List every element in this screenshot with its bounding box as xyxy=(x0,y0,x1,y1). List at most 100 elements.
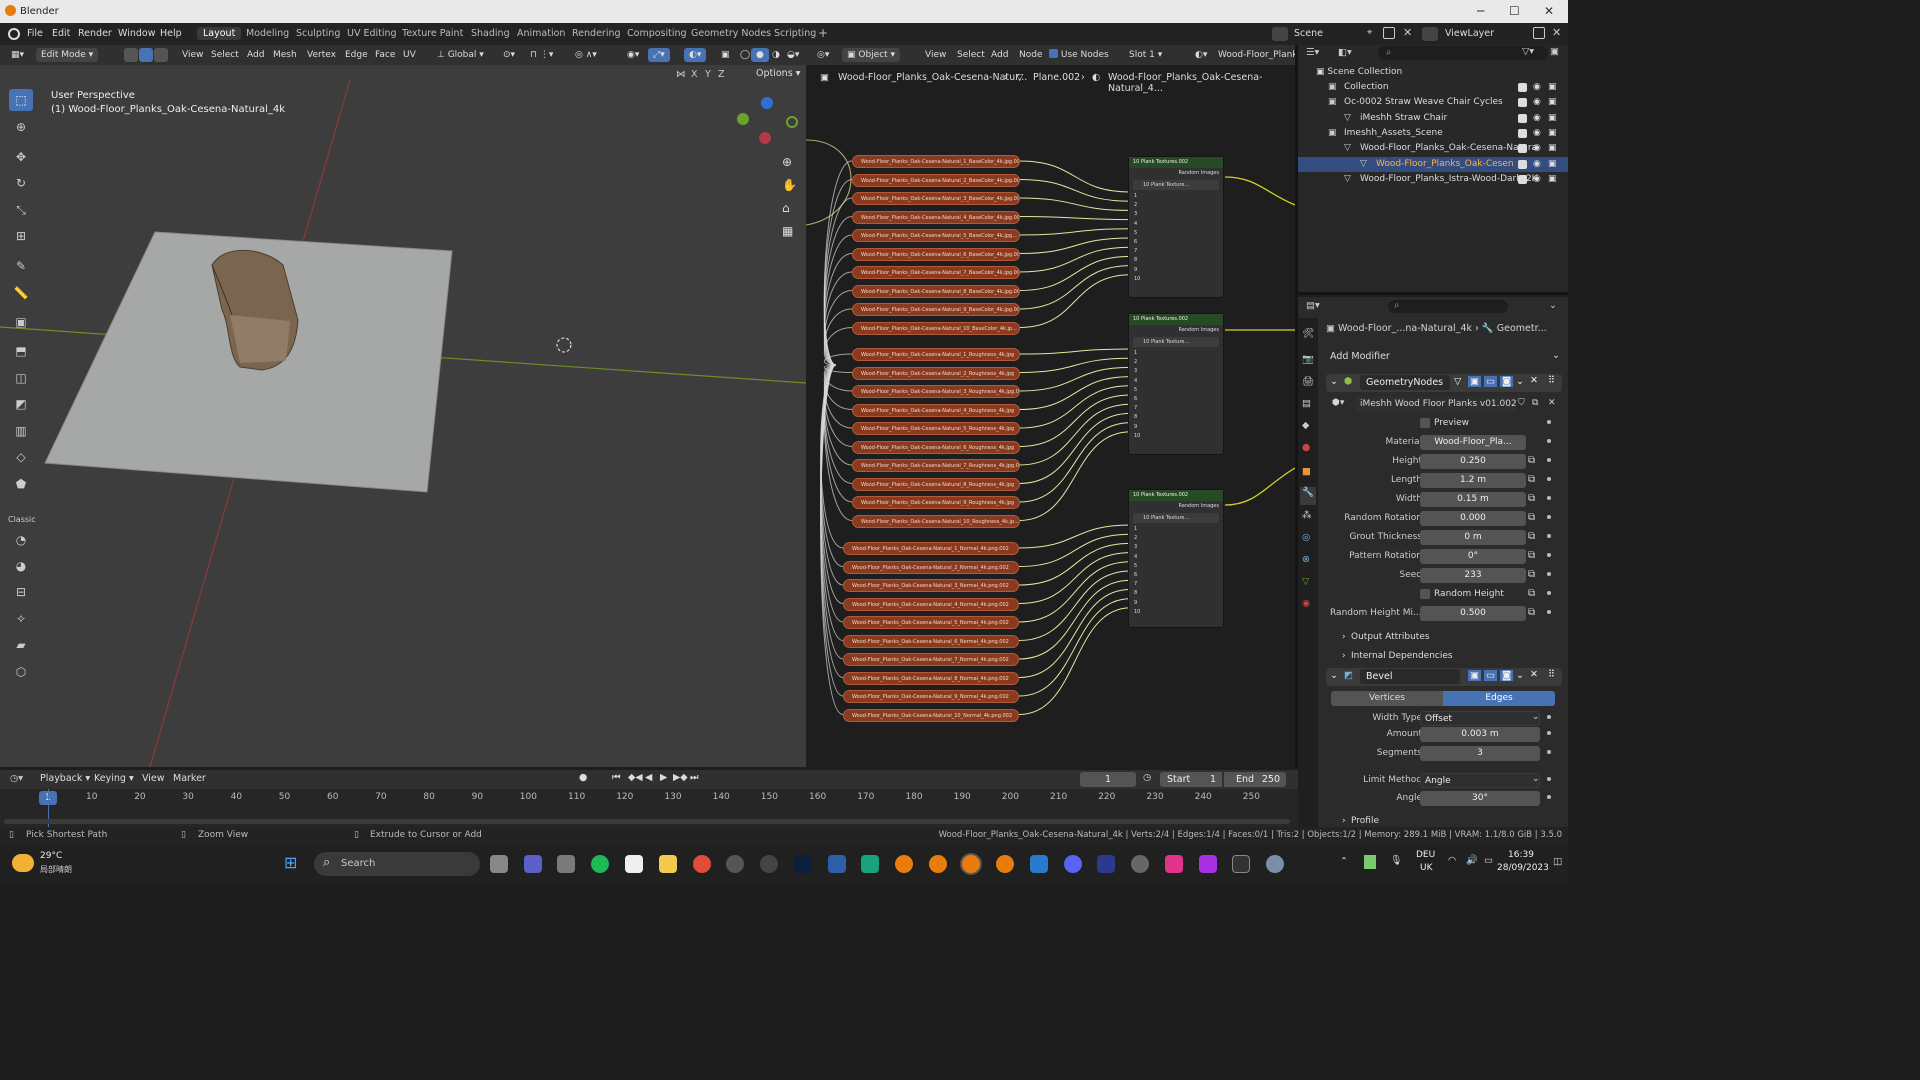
timeline-ruler[interactable]: 1 10203040506070809010011012013014015016… xyxy=(0,789,1298,807)
normal-texture-node[interactable]: Wood-Floor_Planks_Oak-Cesena-Natural_8_N… xyxy=(843,671,1019,685)
basecolor-texture-node[interactable]: Wood-Floor_Planks_Oak-Cesena-Natural_2_B… xyxy=(852,173,1020,187)
shrink-fatten-tool-icon[interactable]: ✧ xyxy=(9,608,33,630)
camera-icon[interactable]: ▣ xyxy=(1548,172,1557,187)
annotate-tool-icon[interactable]: ✎ xyxy=(9,255,33,277)
bevel-input-row[interactable]: Amount 0.003 m xyxy=(1326,727,1562,743)
camera-icon[interactable]: ▣ xyxy=(1548,157,1557,172)
tab-geometry-nodes[interactable]: Geometry Nodes xyxy=(685,27,777,40)
close-icon[interactable]: ✕ xyxy=(1544,4,1554,18)
menu-mesh[interactable]: Mesh xyxy=(268,48,302,62)
menu-keying[interactable]: Keying ▾ xyxy=(94,773,134,784)
input-field[interactable]: Wood-Floor_Pla... xyxy=(1420,435,1526,450)
app-icon[interactable] xyxy=(1199,855,1217,873)
modifier-input-row[interactable]: Height 0.250 ⧉ xyxy=(1326,454,1562,470)
edit-mode-toggle-icon[interactable]: ▽ xyxy=(1454,376,1461,387)
roughness-texture-node[interactable]: Wood-Floor_Planks_Oak-Cesena-Natural_3_R… xyxy=(852,385,1020,398)
terminal-icon[interactable] xyxy=(1232,855,1250,873)
outliner-root[interactable]: ▣ Scene Collection xyxy=(1298,65,1568,80)
proportional-edit-icon[interactable]: ◎ ∧▾ xyxy=(570,48,602,62)
keyframe-dot[interactable] xyxy=(1547,715,1551,719)
app-icon[interactable] xyxy=(1097,855,1115,873)
outliner-editor-type-icon[interactable]: ☰▾ xyxy=(1306,47,1319,58)
cursor-tool-icon[interactable]: ⊕ xyxy=(9,116,33,138)
bevel-input-row[interactable]: Limit Method Angle ⌄ xyxy=(1326,773,1562,789)
plank-textures-group-node[interactable]: 10 Plank Textures.002 Random Images 10 P… xyxy=(1128,156,1224,298)
add-cube-tool-icon[interactable]: ▣ xyxy=(9,311,33,333)
photoshop-beta-icon[interactable] xyxy=(828,855,846,873)
blender-taskbar-icon[interactable] xyxy=(895,855,913,873)
render-toggle-icon[interactable]: ◙ xyxy=(1500,376,1514,387)
blender-menu-icon[interactable] xyxy=(8,28,20,40)
roughness-texture-node[interactable]: Wood-Floor_Planks_Oak-Cesena-Natural_4_R… xyxy=(852,403,1020,417)
output-attributes-subpanel[interactable]: › Output Attributes xyxy=(1326,630,1562,646)
menu-playback[interactable]: Playback ▾ xyxy=(40,773,90,784)
menu-help[interactable]: Help xyxy=(160,28,182,39)
close-icon[interactable]: ✕ xyxy=(1530,669,1538,680)
tab-sculpting[interactable]: Sculpting xyxy=(290,27,346,40)
checkbox-icon[interactable] xyxy=(1518,174,1527,184)
bevel-modifier-header[interactable]: ⌄ ◩ Bevel ▣ ▭ ◙ ⌄ ✕ ⠿ xyxy=(1326,668,1562,686)
face-select-icon[interactable] xyxy=(154,48,168,62)
new-view-layer-icon[interactable] xyxy=(1533,27,1545,39)
bevel-input-row[interactable]: Segments 3 xyxy=(1326,746,1562,762)
basecolor-texture-node[interactable]: Wood-Floor_Planks_Oak-Cesena-Natural_9_B… xyxy=(852,303,1020,316)
normal-texture-node[interactable]: Wood-Floor_Planks_Oak-Cesena-Natural_6_N… xyxy=(843,634,1019,648)
input-type-icon[interactable]: ⧉ xyxy=(1528,569,1535,580)
view-layer-name[interactable]: ViewLayer xyxy=(1445,28,1494,39)
object-mode-select[interactable]: ▣ Object ▾ xyxy=(842,48,901,62)
blender-taskbar-icon[interactable] xyxy=(996,855,1014,873)
jump-end-icon[interactable]: ⏭ xyxy=(690,772,699,783)
eye-icon[interactable]: ◉ xyxy=(1533,111,1541,126)
modifier-input-row[interactable]: Random Rotation 0.000 ⧉ xyxy=(1326,511,1562,527)
input-field[interactable]: 0.250 xyxy=(1420,454,1526,469)
outliner-item[interactable]: ▣ Imeshh_Assets_Scene ◉ ▣ xyxy=(1298,126,1568,141)
keyframe-dot[interactable] xyxy=(1547,496,1551,500)
internal-dependencies-subpanel[interactable]: › Internal Dependencies xyxy=(1326,649,1562,665)
chevron-down-icon[interactable]: ⌄ xyxy=(1516,376,1524,387)
mode-select[interactable]: Edit Mode ▾ xyxy=(36,48,99,62)
normal-texture-node[interactable]: Wood-Floor_Planks_Oak-Cesena-Natural_3_N… xyxy=(843,579,1019,592)
menu-edit[interactable]: Edit xyxy=(52,28,70,39)
menu-select[interactable]: Select xyxy=(206,48,244,62)
language-label[interactable]: DEU xyxy=(1416,850,1435,860)
photoshop-icon[interactable] xyxy=(794,855,812,873)
delete-view-layer-icon[interactable]: ✕ xyxy=(1552,26,1561,39)
editor-type-icon[interactable]: ▦▾ xyxy=(6,48,29,62)
unlink-icon[interactable]: ✕ xyxy=(1548,398,1556,408)
timeline-track-area[interactable] xyxy=(0,789,1298,827)
view-layer-selector-icon[interactable] xyxy=(1422,27,1438,41)
drag-handle-icon[interactable]: ⠿ xyxy=(1548,669,1555,680)
menu-add[interactable]: Add xyxy=(242,48,269,62)
clock-time[interactable]: 16:39 xyxy=(1508,850,1534,860)
play-icon[interactable]: ▶ xyxy=(660,772,667,783)
tab-edges[interactable]: Edges xyxy=(1443,691,1555,706)
keyframe-dot[interactable] xyxy=(1547,610,1551,614)
spreadsheet-icon[interactable] xyxy=(861,855,879,873)
gizmo-z-axis[interactable] xyxy=(761,97,773,109)
pan-hand-icon[interactable]: ✋ xyxy=(782,178,797,192)
node-group-field[interactable]: iMeshh Wood Floor Planks v01.002 xyxy=(1356,397,1516,412)
outliner-item[interactable]: ▽ iMeshh Straw Chair ◉ ▣ xyxy=(1298,111,1568,126)
notepad-icon[interactable] xyxy=(557,855,575,873)
scale-tool-icon[interactable]: ⤡ xyxy=(9,199,33,221)
gizmo-x-axis[interactable] xyxy=(759,132,771,144)
grid-view-icon[interactable]: ▦ xyxy=(782,224,793,238)
properties-search-input[interactable]: ⌕ xyxy=(1388,300,1508,313)
keyframe-dot[interactable] xyxy=(1547,777,1551,781)
use-nodes-checkbox[interactable]: Use Nodes xyxy=(1044,48,1114,62)
input-field[interactable]: 0.000 xyxy=(1420,511,1526,526)
overlays-icon[interactable]: ◐▾ xyxy=(684,48,707,62)
measure-tool-icon[interactable]: 📏 xyxy=(9,282,33,304)
basecolor-texture-node[interactable]: Wood-Floor_Planks_Oak-Cesena-Natural_3_B… xyxy=(852,192,1020,205)
gizmo-neg-y-axis[interactable] xyxy=(786,116,798,128)
new-scene-icon[interactable] xyxy=(1383,27,1395,39)
keyframe-dot[interactable] xyxy=(1547,534,1551,538)
menu-add[interactable]: Add xyxy=(986,48,1013,62)
outliner-item[interactable]: ▣ Collection ◉ ▣ xyxy=(1298,80,1568,95)
basecolor-texture-node[interactable]: Wood-Floor_Planks_Oak-Cesena-Natural_8_B… xyxy=(852,284,1020,298)
keyframe-dot[interactable] xyxy=(1547,731,1551,735)
eye-icon[interactable]: ◉ xyxy=(1533,95,1541,110)
normal-texture-node[interactable]: Wood-Floor_Planks_Oak-Cesena-Natural_4_N… xyxy=(843,597,1019,611)
outliner-item[interactable]: ▣ Oc-0002 Straw Weave Chair Cycles ◉ ▣ xyxy=(1298,95,1568,110)
timeline-editor-type-icon[interactable]: ◷▾ xyxy=(10,773,23,784)
